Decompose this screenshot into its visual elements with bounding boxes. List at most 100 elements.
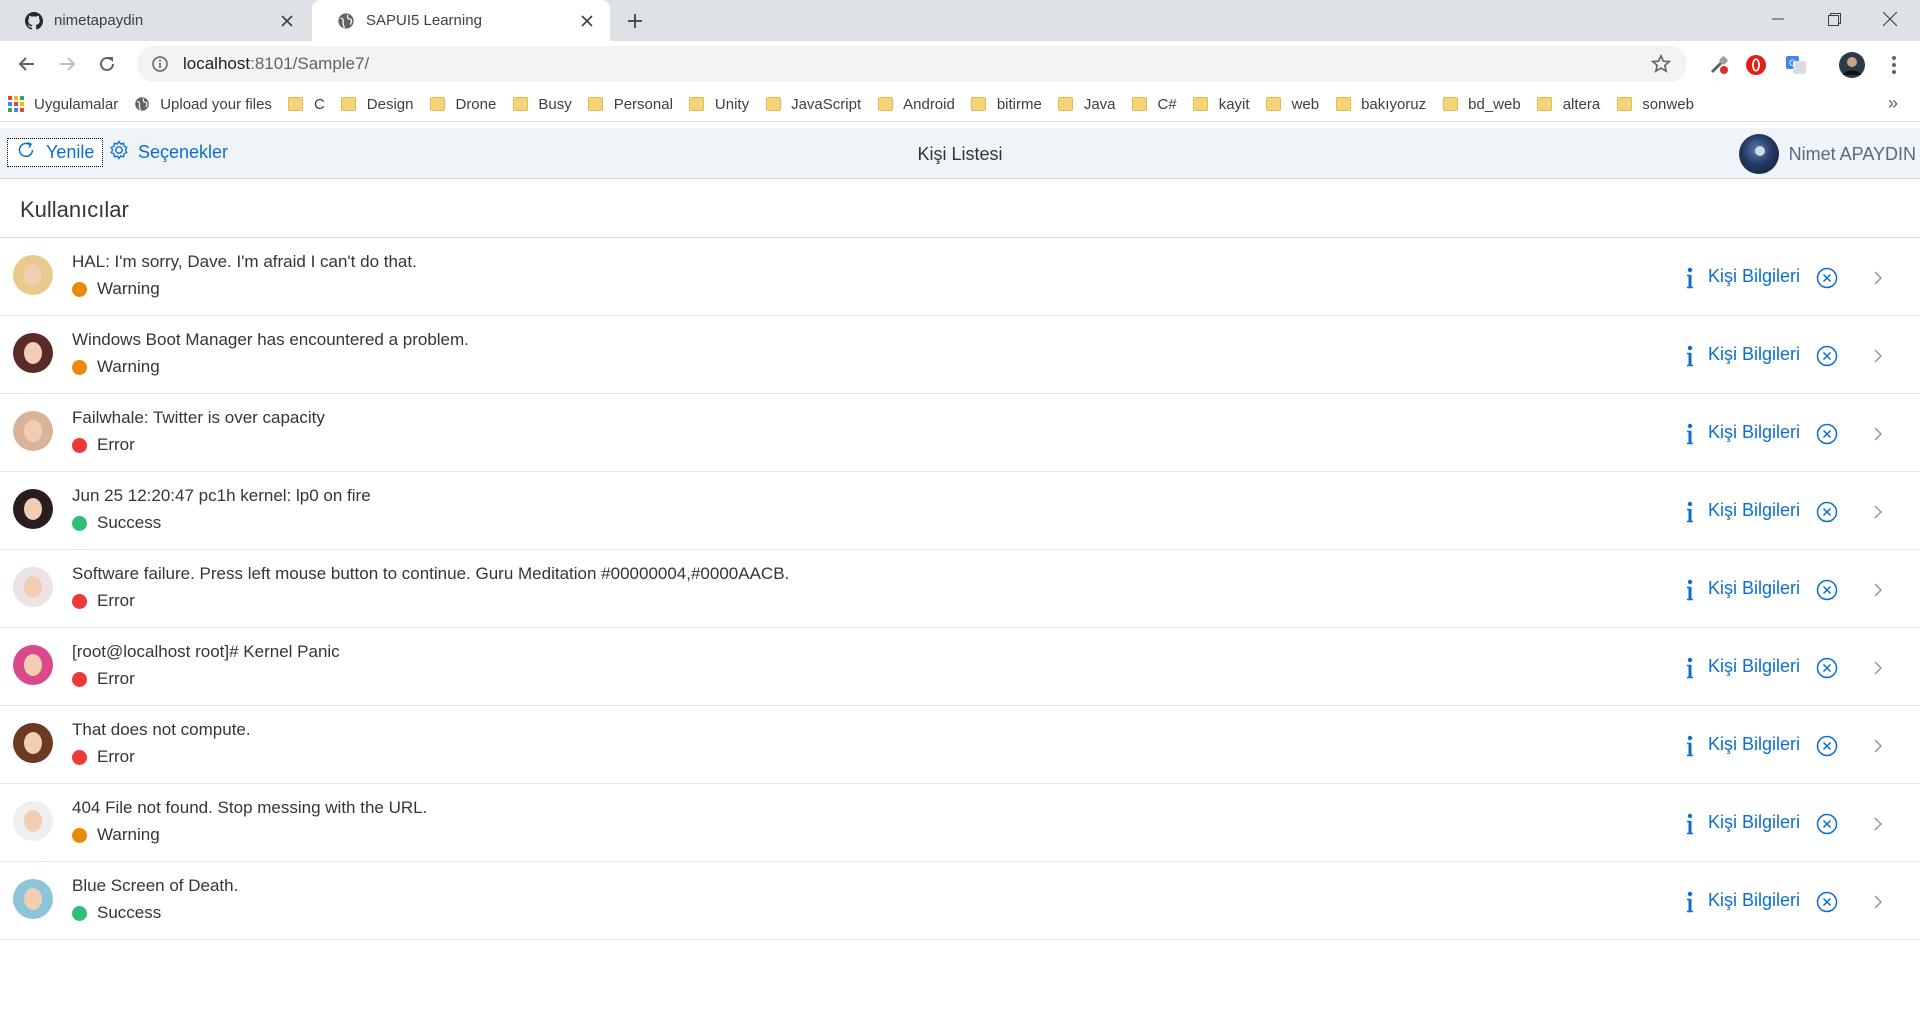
list-item[interactable]: Windows Boot Manager has encountered a p…	[0, 316, 1920, 394]
person-info-link[interactable]: Kişi Bilgileri	[1708, 734, 1800, 755]
list-item[interactable]: [root@localhost root]# Kernel Panic Error…	[0, 628, 1920, 706]
chevron-right-icon[interactable]	[1870, 503, 1886, 521]
translate-icon[interactable]: G	[1784, 53, 1808, 77]
chevron-right-icon[interactable]	[1870, 347, 1886, 365]
bookmark-item[interactable]: Java	[1050, 90, 1124, 118]
opera-extension-icon[interactable]	[1744, 53, 1768, 77]
forward-button[interactable]	[53, 50, 81, 78]
person-info-link[interactable]: Kişi Bilgileri	[1708, 344, 1800, 365]
info-icon[interactable]	[1682, 891, 1698, 913]
close-icon[interactable]	[576, 10, 598, 32]
bookmark-item[interactable]: bakıyoruz	[1327, 90, 1434, 118]
bookmark-item[interactable]: C	[280, 90, 333, 118]
bookmark-item[interactable]: Uygulamalar	[0, 90, 126, 118]
decline-icon[interactable]	[1815, 578, 1839, 602]
decline-icon[interactable]	[1815, 734, 1839, 758]
bookmarks-overflow-button[interactable]: »	[1888, 93, 1898, 114]
bookmark-item[interactable]: bitirme	[963, 90, 1050, 118]
chevron-right-icon[interactable]	[1870, 269, 1886, 287]
arrow-left-icon	[18, 57, 34, 71]
decline-icon[interactable]	[1815, 656, 1839, 680]
chevron-right-icon[interactable]	[1870, 425, 1886, 443]
more-vert-icon[interactable]	[1882, 53, 1906, 77]
window-close-button[interactable]	[1862, 0, 1918, 38]
back-button[interactable]	[13, 50, 41, 78]
bookmark-label: Upload your files	[160, 95, 272, 113]
new-tab-button[interactable]	[622, 8, 648, 34]
list-item[interactable]: 404 File not found. Stop messing with th…	[0, 784, 1920, 862]
bookmark-item[interactable]: Busy	[504, 90, 579, 118]
info-icon[interactable]	[1682, 579, 1698, 601]
list-item[interactable]: Failwhale: Twitter is over capacity Error…	[0, 394, 1920, 472]
bookmark-label: web	[1291, 95, 1320, 113]
person-info-link[interactable]: Kişi Bilgileri	[1708, 500, 1800, 521]
bookmark-label: Java	[1083, 95, 1116, 113]
decline-icon[interactable]	[1815, 422, 1839, 446]
info-icon[interactable]	[1682, 267, 1698, 289]
bookmark-item[interactable]: Drone	[421, 90, 504, 118]
bookmark-item[interactable]: Android	[869, 90, 963, 118]
profile-avatar-icon[interactable]	[1838, 51, 1866, 79]
decline-icon[interactable]	[1815, 812, 1839, 836]
browser-tab-github[interactable]: nimetapaydin	[0, 0, 310, 41]
bookmark-item[interactable]: bd_web	[1434, 90, 1529, 118]
close-icon[interactable]	[276, 10, 298, 32]
chevron-right-icon[interactable]	[1870, 815, 1886, 833]
info-icon[interactable]	[151, 55, 169, 73]
bookmark-item[interactable]: sonweb	[1608, 90, 1702, 118]
star-icon[interactable]	[1651, 54, 1671, 74]
person-info-link[interactable]: Kişi Bilgileri	[1708, 890, 1800, 911]
person-info-link[interactable]: Kişi Bilgileri	[1708, 812, 1800, 833]
bookmark-item[interactable]: Upload your files	[126, 90, 280, 118]
person-info-link[interactable]: Kişi Bilgileri	[1708, 578, 1800, 599]
minimize-button[interactable]	[1750, 0, 1806, 38]
decline-icon[interactable]	[1815, 890, 1839, 914]
restore-button[interactable]	[1806, 0, 1862, 38]
bookmark-item[interactable]: JavaScript	[757, 90, 869, 118]
decline-icon[interactable]	[1815, 344, 1839, 368]
info-icon[interactable]	[1682, 423, 1698, 445]
eyedropper-icon[interactable]	[1707, 53, 1731, 77]
list-item[interactable]: Jun 25 12:20:47 pc1h kernel: lp0 on fire…	[0, 472, 1920, 550]
globe-icon	[336, 11, 356, 31]
list-item[interactable]: Software failure. Press left mouse butto…	[0, 550, 1920, 628]
browser-tab-sapui5[interactable]: SAPUI5 Learning	[312, 0, 610, 41]
info-icon[interactable]	[1682, 813, 1698, 835]
info-icon[interactable]	[1682, 501, 1698, 523]
list-item[interactable]: Blue Screen of Death. Success Kişi Bilgile…	[0, 862, 1920, 940]
chevron-right-icon[interactable]	[1870, 659, 1886, 677]
folder-icon	[689, 96, 705, 112]
chevron-right-icon[interactable]	[1870, 737, 1886, 755]
bookmark-item[interactable]: altera	[1529, 90, 1609, 118]
refresh-button[interactable]: Yenile	[7, 138, 104, 167]
item-title: 404 File not found. Stop messing with th…	[72, 798, 428, 817]
status-dot-icon	[72, 593, 87, 609]
chevron-right-icon[interactable]	[1870, 893, 1886, 911]
options-button[interactable]: Seçenekler	[108, 138, 228, 167]
bookmark-label: C	[313, 95, 325, 113]
person-info-link[interactable]: Kişi Bilgileri	[1708, 422, 1800, 443]
item-title: Blue Screen of Death.	[72, 876, 239, 895]
address-bar[interactable]: localhost:8101/Sample7/	[137, 46, 1687, 82]
chevron-right-icon[interactable]	[1870, 581, 1886, 599]
info-icon[interactable]	[1682, 735, 1698, 757]
bookmark-item[interactable]: C#	[1124, 90, 1185, 118]
user-menu[interactable]: Nimet APAYDIN	[1738, 134, 1916, 174]
bookmark-item[interactable]: Personal	[580, 90, 681, 118]
avatar	[13, 645, 53, 685]
avatar	[13, 489, 53, 529]
person-info-link[interactable]: Kişi Bilgileri	[1708, 266, 1800, 287]
bookmark-item[interactable]: Design	[333, 90, 422, 118]
refresh-label: Yenile	[46, 142, 95, 162]
decline-icon[interactable]	[1815, 266, 1839, 290]
person-info-link[interactable]: Kişi Bilgileri	[1708, 656, 1800, 677]
reload-button[interactable]	[93, 50, 121, 78]
bookmark-item[interactable]: Unity	[681, 90, 757, 118]
info-icon[interactable]	[1682, 657, 1698, 679]
list-item[interactable]: That does not compute. Error Kişi Bilgiler…	[0, 706, 1920, 784]
info-icon[interactable]	[1682, 345, 1698, 367]
list-item[interactable]: HAL: I'm sorry, Dave. I'm afraid I can't…	[0, 238, 1920, 316]
decline-icon[interactable]	[1815, 500, 1839, 524]
bookmark-item[interactable]: web	[1258, 90, 1328, 118]
bookmark-item[interactable]: kayit	[1185, 90, 1258, 118]
